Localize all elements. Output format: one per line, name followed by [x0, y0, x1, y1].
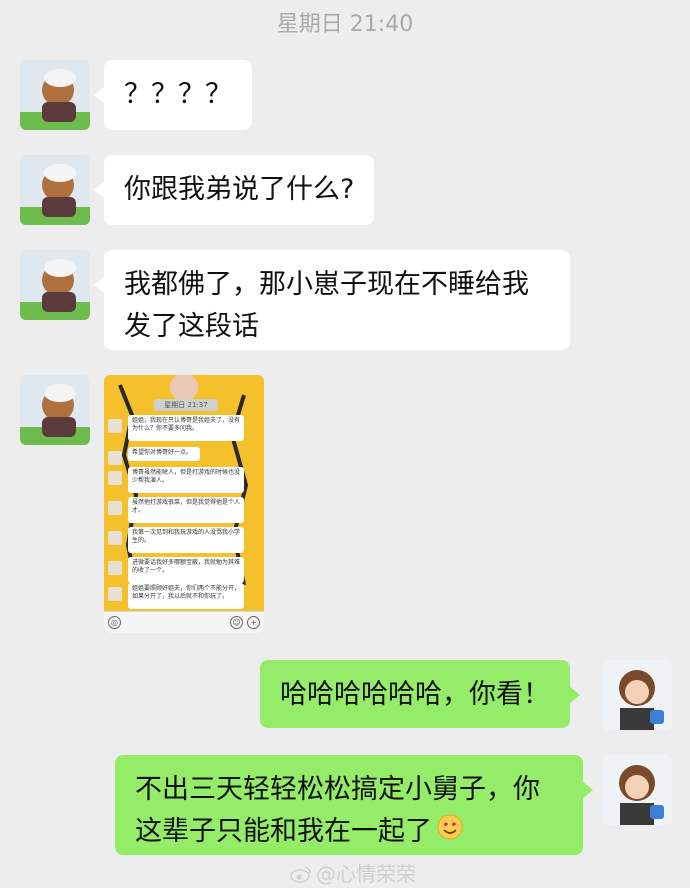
- inner-bubble: 进微要话我好多哪额宝蔽，我就勉为其难的收了一个。: [128, 557, 244, 583]
- message-text: 哈哈哈哈哈哈，你看！: [280, 679, 550, 710]
- watermark-text: @心情荣荣: [316, 862, 416, 886]
- inner-bubble: 虽然他打游戏很菜，但是我觉得他是个人才。: [128, 497, 244, 523]
- inner-avatar: [108, 501, 122, 515]
- inner-bubble: 博哥虽然能唬人，但是打游戏的时候也没少帮我演人。: [128, 467, 244, 493]
- contact-avatar[interactable]: [20, 375, 90, 445]
- message-bubble-6[interactable]: 不出三天轻轻松松搞定小舅子，你 这辈子只能和我在一起了: [115, 755, 593, 855]
- message-text-line-2: 这辈子只能和我在一起了: [135, 816, 432, 847]
- message-bubble-1[interactable]: ？？？？: [94, 60, 252, 130]
- inner-bubble: 姐姐，我现在只认博哥是我姐夫了，没有为什么？你不要多问我。: [128, 415, 244, 441]
- watermark: @心情荣荣: [290, 858, 416, 888]
- message-text-line-1: 不出三天轻轻松松搞定小舅子，你: [135, 774, 540, 805]
- inner-bubble: 我第一次见到和我玩游戏的人没骂我小学生的。: [128, 527, 244, 553]
- message-bubble-2[interactable]: 你跟我弟说了什么?: [93, 155, 375, 225]
- inner-avatar: [108, 561, 122, 575]
- message-text: 你跟我弟说了什么?: [124, 174, 355, 205]
- user-avatar[interactable]: [602, 660, 672, 730]
- emoji-icon: ☺: [230, 616, 243, 629]
- inner-avatar: [108, 451, 122, 465]
- inner-bubble: 希望你对博哥好一点。: [128, 447, 200, 461]
- inner-bubble: 姐姐要照顾好姐夫，你们两个不能分开，如果分开了，我以后就不和你玩了。: [128, 583, 244, 609]
- weibo-logo-icon: [290, 864, 312, 888]
- heart-eyes-emoji-icon: [436, 812, 464, 854]
- chat-timestamp: 星期日 21:40: [276, 12, 414, 37]
- inner-avatar: [108, 531, 122, 545]
- inner-input-bar: ◎ ☺ +: [104, 611, 264, 633]
- image-message[interactable]: 星期日 21:37 姐姐，我现在只认博哥是我姐夫了，没有为什么？你不要多问我。 …: [104, 375, 264, 633]
- inner-avatar: [108, 471, 122, 485]
- message-text: ？？？？: [124, 79, 232, 110]
- contact-avatar[interactable]: [20, 155, 90, 225]
- contact-avatar[interactable]: [20, 60, 90, 130]
- voice-icon: ◎: [108, 616, 121, 629]
- message-bubble-3[interactable]: 我都佛了，那小崽子现在不睡给我 发了这段话: [94, 250, 570, 350]
- inner-timestamp: 星期日 21:37: [154, 399, 218, 411]
- user-avatar[interactable]: [602, 755, 672, 825]
- inner-avatar: [108, 419, 122, 433]
- inner-avatar: [108, 587, 122, 601]
- message-bubble-5[interactable]: 哈哈哈哈哈哈，你看！: [260, 660, 580, 728]
- message-text-line-2: 发了这段话: [124, 311, 259, 342]
- contact-avatar[interactable]: [20, 250, 90, 320]
- message-text-line-1: 我都佛了，那小崽子现在不睡给我: [124, 269, 529, 300]
- plus-icon: +: [247, 616, 260, 629]
